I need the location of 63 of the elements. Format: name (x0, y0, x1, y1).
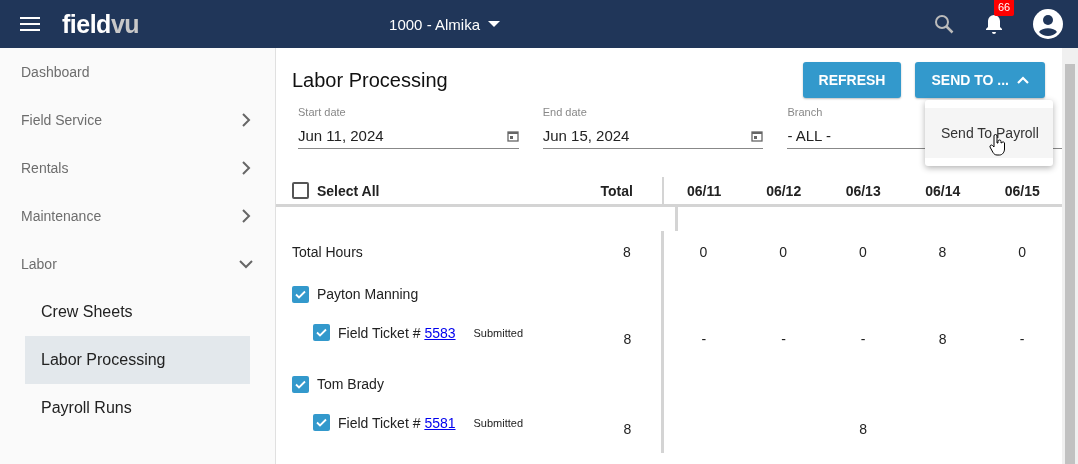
field-label: Start date (298, 106, 347, 118)
status-label: Submitted (473, 326, 524, 339)
field-label: Branch (787, 106, 824, 118)
menu-icon[interactable] (20, 16, 40, 32)
sidebar-item[interactable]: Rentals (0, 144, 275, 192)
field-value: Jun 15, 2024 (542, 127, 630, 144)
column-header: 06/15 (1003, 182, 1041, 199)
page-title: Labor Processing (292, 68, 449, 92)
ticket-link[interactable]: 5581 (424, 414, 456, 431)
calendar-icon[interactable] (751, 129, 764, 142)
field-value: - ALL - (787, 127, 832, 144)
sidebar-subitem[interactable]: Labor Processing (25, 336, 250, 384)
checkbox[interactable] (292, 182, 309, 199)
checkbox[interactable] (292, 285, 309, 303)
checkbox[interactable] (313, 324, 330, 341)
sidebar-subitem[interactable]: Crew Sheets (25, 288, 250, 336)
employee-name: Tom Brady (317, 376, 384, 392)
sidebar-item[interactable]: Labor (0, 240, 275, 288)
column-header: Total (600, 182, 632, 199)
notification-count: 66 (994, 0, 1015, 16)
table-cell-text: 8 (622, 421, 632, 437)
field-label: End date (542, 106, 588, 118)
table-cell-text: 8 (937, 244, 948, 260)
scrollbar[interactable] (1062, 48, 1078, 464)
caret-down-icon (488, 21, 500, 27)
column-header: 06/12 (765, 182, 803, 199)
company-selector[interactable]: 1000 - Almika (389, 15, 500, 33)
ticket-label: Field Ticket # 5581 (338, 414, 456, 431)
table-cell-text: 8 (622, 244, 631, 260)
table-cell-text: 0 (1017, 244, 1027, 260)
table-cell-text: 8 (622, 331, 632, 347)
table-cell-text: - (700, 331, 708, 347)
employee-name: Payton Manning (317, 286, 419, 302)
row-label: Total Hours (292, 244, 363, 260)
checkbox[interactable] (292, 375, 309, 393)
date-field[interactable]: Start date Jun 11, 2024 (298, 106, 519, 149)
table-cell-text: - (780, 331, 787, 347)
calendar-icon[interactable] (506, 129, 519, 142)
checkbox[interactable] (313, 414, 330, 431)
sidebar-subitem[interactable]: Payroll Runs (25, 384, 250, 432)
sidebar-item[interactable]: Dashboard (0, 48, 275, 96)
table-cell-text: - (859, 331, 867, 347)
column-header: 06/11 (686, 182, 723, 199)
ticket-label: Field Ticket # 5583 (338, 324, 456, 341)
table-cell-text: 8 (937, 331, 948, 347)
table-cell-text: - (1018, 331, 1026, 347)
sidebar-item[interactable]: Maintenance (0, 192, 275, 240)
table-cell-text: 0 (698, 244, 709, 260)
ticket-link[interactable]: 5583 (424, 324, 456, 341)
field-value: Jun 11, 2024 (298, 127, 384, 144)
logo: fieldvu (62, 9, 140, 39)
table-cell-text: 0 (778, 244, 789, 260)
table-cell-text: 8 (858, 421, 868, 437)
account-icon[interactable] (1032, 8, 1064, 40)
menu-item[interactable]: Send To Payroll (925, 108, 1053, 158)
status-label: Submitted (473, 416, 524, 429)
sidebar-item[interactable]: Field Service (0, 96, 275, 144)
search-icon[interactable] (932, 12, 956, 36)
select-all-label: Select All (317, 182, 380, 199)
date-field[interactable]: End date Jun 15, 2024 (542, 106, 764, 149)
column-header: 06/14 (924, 182, 962, 199)
table-cell-text: 0 (857, 244, 868, 260)
column-header: 06/13 (844, 182, 882, 199)
